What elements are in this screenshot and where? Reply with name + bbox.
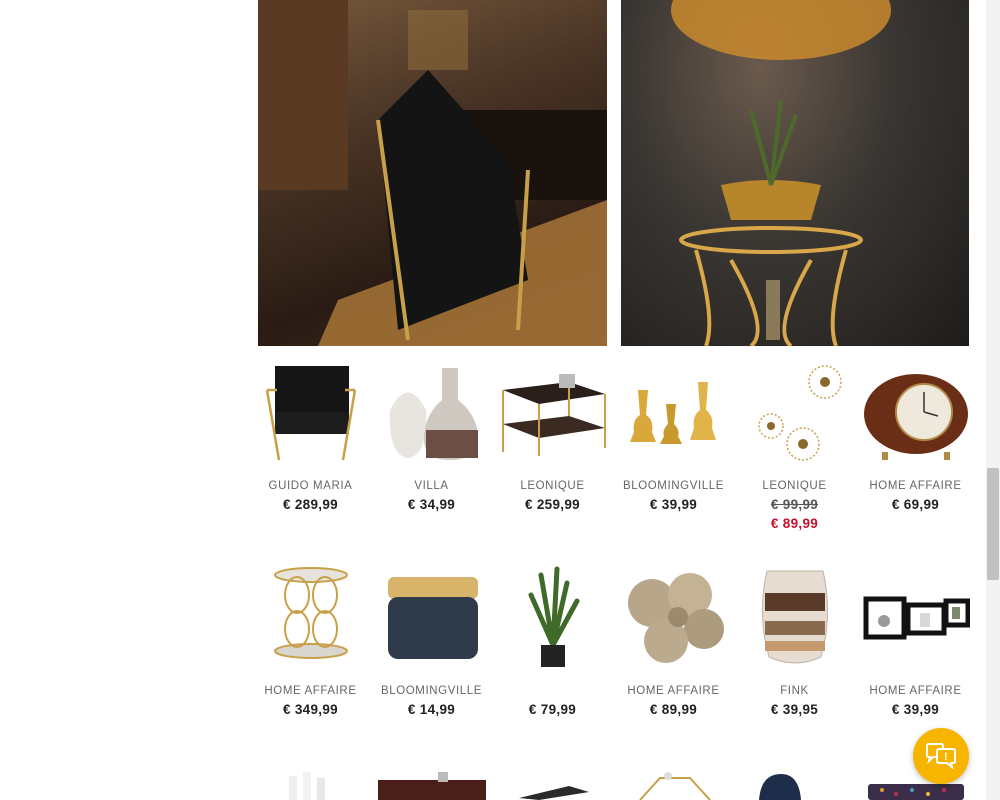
product-card[interactable]: BLOOMINGVILLE € 39,99 bbox=[613, 360, 734, 512]
product-image-rug[interactable] bbox=[499, 768, 607, 800]
page-scrollbar[interactable] bbox=[986, 0, 1000, 800]
product-price: € 289,99 bbox=[283, 497, 338, 512]
product-price: € 14,99 bbox=[407, 702, 456, 717]
product-image-velvet-chair[interactable] bbox=[741, 768, 849, 800]
product-card[interactable]: VILLA € 34,99 bbox=[371, 360, 492, 512]
product-brand bbox=[492, 684, 613, 698]
product-brand: BLOOMINGVILLE bbox=[380, 685, 483, 697]
product-price: € 79,99 bbox=[528, 702, 577, 717]
hero-image-bar-cart[interactable] bbox=[621, 0, 969, 346]
product-image-candle-set[interactable] bbox=[257, 768, 365, 800]
product-price: € 39,95 bbox=[770, 702, 819, 717]
hero-image-armchair[interactable] bbox=[258, 0, 607, 346]
product-brand: LEONIQUE bbox=[520, 480, 585, 492]
product-card[interactable]: HOME AFFAIRE € 89,99 bbox=[613, 565, 734, 717]
product-image-coffee-table[interactable] bbox=[499, 360, 607, 465]
product-image-plant[interactable] bbox=[499, 565, 607, 670]
bar-cart-scene-image bbox=[671, 0, 891, 346]
chat-bubbles-icon: ! bbox=[926, 743, 956, 770]
product-brand: HOME AFFAIRE bbox=[264, 685, 357, 697]
product-image-gold-shelf[interactable] bbox=[620, 768, 728, 800]
product-image-armchair[interactable] bbox=[257, 360, 365, 465]
product-old-price: € 99,99 bbox=[770, 497, 819, 512]
product-image-storage-jar[interactable] bbox=[378, 565, 486, 670]
product-sale-price: € 89,99 bbox=[770, 516, 819, 531]
product-price: € 34,99 bbox=[407, 497, 456, 512]
product-card[interactable]: HOME AFFAIRE € 39,99 bbox=[855, 565, 976, 717]
product-image-glass-vase[interactable] bbox=[741, 565, 849, 670]
product-brand: VILLA bbox=[414, 480, 449, 492]
product-card[interactable]: GUIDO MARIA € 289,99 bbox=[250, 360, 371, 512]
product-price: € 349,99 bbox=[283, 702, 338, 717]
product-brand: LEONIQUE bbox=[762, 480, 827, 492]
product-price: € 259,99 bbox=[525, 497, 580, 512]
product-image-sideboard[interactable] bbox=[378, 768, 486, 800]
product-brand: HOME AFFAIRE bbox=[627, 685, 720, 697]
product-card[interactable]: BLOOMINGVILLE € 14,99 bbox=[371, 565, 492, 717]
scrollbar-thumb[interactable] bbox=[987, 468, 999, 580]
product-image-wall-plates[interactable] bbox=[620, 565, 728, 670]
product-image-vases[interactable] bbox=[378, 360, 486, 465]
product-image-wall-decor-stars[interactable] bbox=[741, 360, 849, 465]
product-image-candle-holders[interactable] bbox=[620, 360, 728, 465]
product-card[interactable]: LEONIQUE € 259,99 bbox=[492, 360, 613, 512]
product-card[interactable]: HOME AFFAIRE € 349,99 bbox=[250, 565, 371, 717]
product-brand: FINK bbox=[780, 685, 809, 697]
product-brand: HOME AFFAIRE bbox=[869, 480, 962, 492]
product-card[interactable]: € 79,99 bbox=[492, 565, 613, 717]
product-brand: BLOOMINGVILLE bbox=[622, 480, 725, 492]
product-image-side-table[interactable] bbox=[257, 565, 365, 670]
product-image-wall-shelves[interactable] bbox=[862, 565, 970, 670]
product-card[interactable]: LEONIQUE € 99,99 € 89,99 bbox=[734, 360, 855, 531]
product-image-table-clock[interactable] bbox=[862, 360, 970, 465]
armchair-scene-image bbox=[258, 0, 607, 346]
product-brand: HOME AFFAIRE bbox=[869, 685, 962, 697]
product-price: € 69,99 bbox=[891, 497, 940, 512]
svg-text:!: ! bbox=[944, 751, 948, 763]
product-price: € 39,99 bbox=[649, 497, 698, 512]
product-price: € 89,99 bbox=[649, 702, 698, 717]
product-card[interactable]: FINK € 39,95 bbox=[734, 565, 855, 717]
chat-button[interactable]: ! bbox=[913, 728, 969, 784]
product-price: € 39,99 bbox=[891, 702, 940, 717]
product-card[interactable]: HOME AFFAIRE € 69,99 bbox=[855, 360, 976, 512]
product-brand: GUIDO MARIA bbox=[268, 480, 353, 492]
